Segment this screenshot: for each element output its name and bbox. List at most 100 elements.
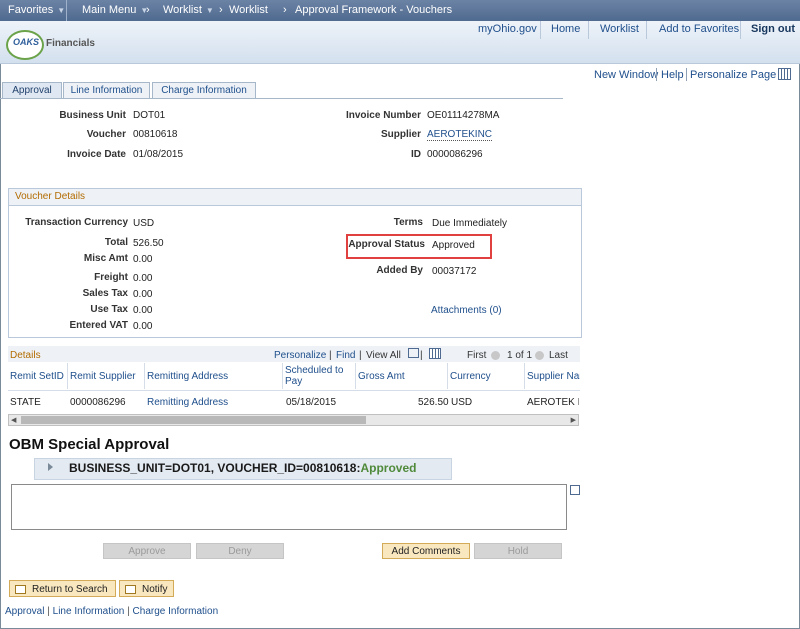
header-band: OAKS Financials myOhio.gov Home Worklist…: [0, 21, 800, 64]
breadcrumb-worklist[interactable]: Worklist ▼: [163, 4, 214, 16]
cell-remitting-address-link[interactable]: Remitting Address: [147, 397, 228, 408]
grid-icon[interactable]: [778, 68, 791, 80]
supplier-link[interactable]: AEROTEKINC: [427, 129, 493, 141]
freight-value: 0.00: [133, 273, 153, 284]
breadcrumb-worklist-2[interactable]: Worklist: [229, 4, 268, 16]
cell-currency: USD: [451, 397, 473, 408]
breadcrumb-arrow-icon: ›: [283, 4, 287, 16]
bottom-tab-links: Approval | Line Information | Charge Inf…: [5, 606, 219, 617]
chevron-down-icon: ▼: [57, 6, 66, 15]
chevron-down-icon: ▼: [205, 6, 214, 15]
main-menu[interactable]: Main Menu ▼: [82, 4, 148, 16]
use-tax-label: Use Tax: [90, 304, 128, 315]
tab-charge-information[interactable]: Charge Information: [152, 82, 256, 99]
business-unit-label: Business Unit: [59, 110, 126, 121]
obm-section-title: OBM Special Approval: [9, 436, 170, 453]
col-remitting-address[interactable]: Remitting Address: [145, 363, 283, 389]
details-view-all[interactable]: View All: [366, 350, 401, 361]
id-value: 0000086296: [427, 149, 483, 160]
cell-remit-supplier: 0000086296: [70, 397, 126, 408]
invoice-number-value: OE01114278MA: [427, 110, 500, 121]
comments-textarea[interactable]: [11, 484, 567, 530]
invoice-number-label: Invoice Number: [345, 110, 421, 121]
deny-button[interactable]: Deny: [196, 543, 284, 559]
sales-tax-value: 0.00: [133, 289, 153, 300]
details-horizontal-scrollbar[interactable]: ◀ ▶: [8, 414, 579, 426]
details-find-link[interactable]: Find: [336, 350, 355, 361]
id-label: ID: [411, 149, 421, 160]
cell-supplier-name: AEROTEK INC: [527, 397, 579, 408]
first-label: First: [467, 350, 487, 361]
add-comments-button[interactable]: Add Comments: [382, 543, 470, 559]
voucher-details-title: Voucher Details: [9, 189, 581, 206]
breadcrumb-arrow-icon: ›: [146, 4, 150, 16]
bottom-link-approval[interactable]: Approval: [5, 606, 44, 617]
sales-tax-label: Sales Tax: [82, 288, 128, 299]
entered-vat-label: Entered VAT: [69, 320, 128, 331]
col-gross-amt[interactable]: Gross Amt: [356, 363, 448, 389]
return-to-search-button[interactable]: Return to Search: [9, 580, 116, 597]
approval-status-value: Approved: [432, 240, 475, 251]
terms-label: Terms: [393, 217, 423, 228]
entered-vat-value: 0.00: [133, 321, 153, 332]
scroll-left-icon[interactable]: ◀: [11, 416, 16, 424]
added-by-label: Added By: [376, 265, 423, 276]
favorites-menu[interactable]: Favorites ▼: [8, 4, 65, 16]
tab-approval[interactable]: Approval: [2, 82, 62, 99]
link-add-to-favorites[interactable]: Add to Favorites: [659, 23, 739, 35]
bottom-link-line-information[interactable]: Line Information: [53, 606, 125, 617]
added-by-value: 00037172: [432, 266, 477, 277]
row-range: 1 of 1: [507, 350, 533, 361]
top-nav-bar: Favorites ▼ Main Menu ▼ › Worklist ▼ › Work…: [0, 0, 800, 21]
link-worklist[interactable]: Worklist: [600, 23, 639, 35]
notify-icon: [125, 585, 136, 594]
col-remit-setid[interactable]: Remit SetID: [8, 363, 68, 389]
bottom-link-charge-information[interactable]: Charge Information: [133, 606, 219, 617]
breadcrumb-current: Approval Framework - Vouchers: [295, 4, 453, 16]
col-scheduled-to-pay[interactable]: Scheduled to Pay: [283, 363, 356, 389]
link-sign-out[interactable]: Sign out: [751, 23, 795, 35]
link-myohio[interactable]: myOhio.gov: [478, 23, 537, 35]
attachments-link[interactable]: Attachments (0): [431, 305, 502, 316]
col-currency[interactable]: Currency: [448, 363, 525, 389]
grid-expand-icon[interactable]: [408, 348, 419, 358]
invoice-date-value: 01/08/2015: [133, 149, 184, 160]
link-home[interactable]: Home: [551, 23, 580, 35]
obm-approval-status: Approved: [360, 461, 417, 475]
cell-remit-setid: STATE: [10, 397, 41, 408]
freight-label: Freight: [94, 272, 128, 283]
expand-arrow-icon[interactable]: [48, 463, 53, 471]
transaction-currency-value: USD: [133, 218, 155, 229]
grid-download-icon[interactable]: [429, 348, 441, 359]
expand-textarea-icon[interactable]: [570, 485, 580, 495]
prev-icon[interactable]: [491, 350, 500, 361]
hold-button[interactable]: Hold: [474, 543, 562, 559]
col-remit-supplier[interactable]: Remit Supplier: [68, 363, 145, 389]
scroll-right-icon[interactable]: ▶: [571, 416, 576, 424]
link-new-window[interactable]: New Window: [594, 69, 658, 81]
col-supplier-name[interactable]: Supplier Name: [525, 363, 580, 389]
link-personalize-page[interactable]: Personalize Page: [690, 69, 776, 81]
tab-line-information[interactable]: Line Information: [63, 82, 150, 99]
approve-button[interactable]: Approve: [103, 543, 191, 559]
misc-amt-label: Misc Amt: [83, 253, 128, 264]
terms-value: Due Immediately: [432, 218, 508, 229]
cell-scheduled-to-pay: 05/18/2015: [286, 397, 337, 408]
obm-approval-line: BUSINESS_UNIT=DOT01, VOUCHER_ID=00810618…: [69, 461, 417, 475]
brand-name: Financials: [46, 38, 95, 49]
logo-text: OAKS: [13, 37, 40, 47]
invoice-date-label: Invoice Date: [67, 149, 126, 160]
details-title: Details: [10, 350, 41, 361]
voucher-label: Voucher: [86, 129, 126, 140]
link-help[interactable]: Help: [661, 69, 684, 81]
scroll-thumb[interactable]: [21, 416, 366, 424]
voucher-value: 00810618: [133, 129, 178, 140]
return-icon: [15, 585, 26, 594]
transaction-currency-label: Transaction Currency: [25, 217, 128, 228]
notify-button[interactable]: Notify: [119, 580, 174, 597]
use-tax-value: 0.00: [133, 305, 153, 316]
cell-gross-amt: 526.50: [418, 397, 449, 408]
details-personalize-link[interactable]: Personalize: [274, 350, 326, 361]
next-icon[interactable]: [535, 350, 544, 361]
total-label: Total: [104, 237, 128, 248]
